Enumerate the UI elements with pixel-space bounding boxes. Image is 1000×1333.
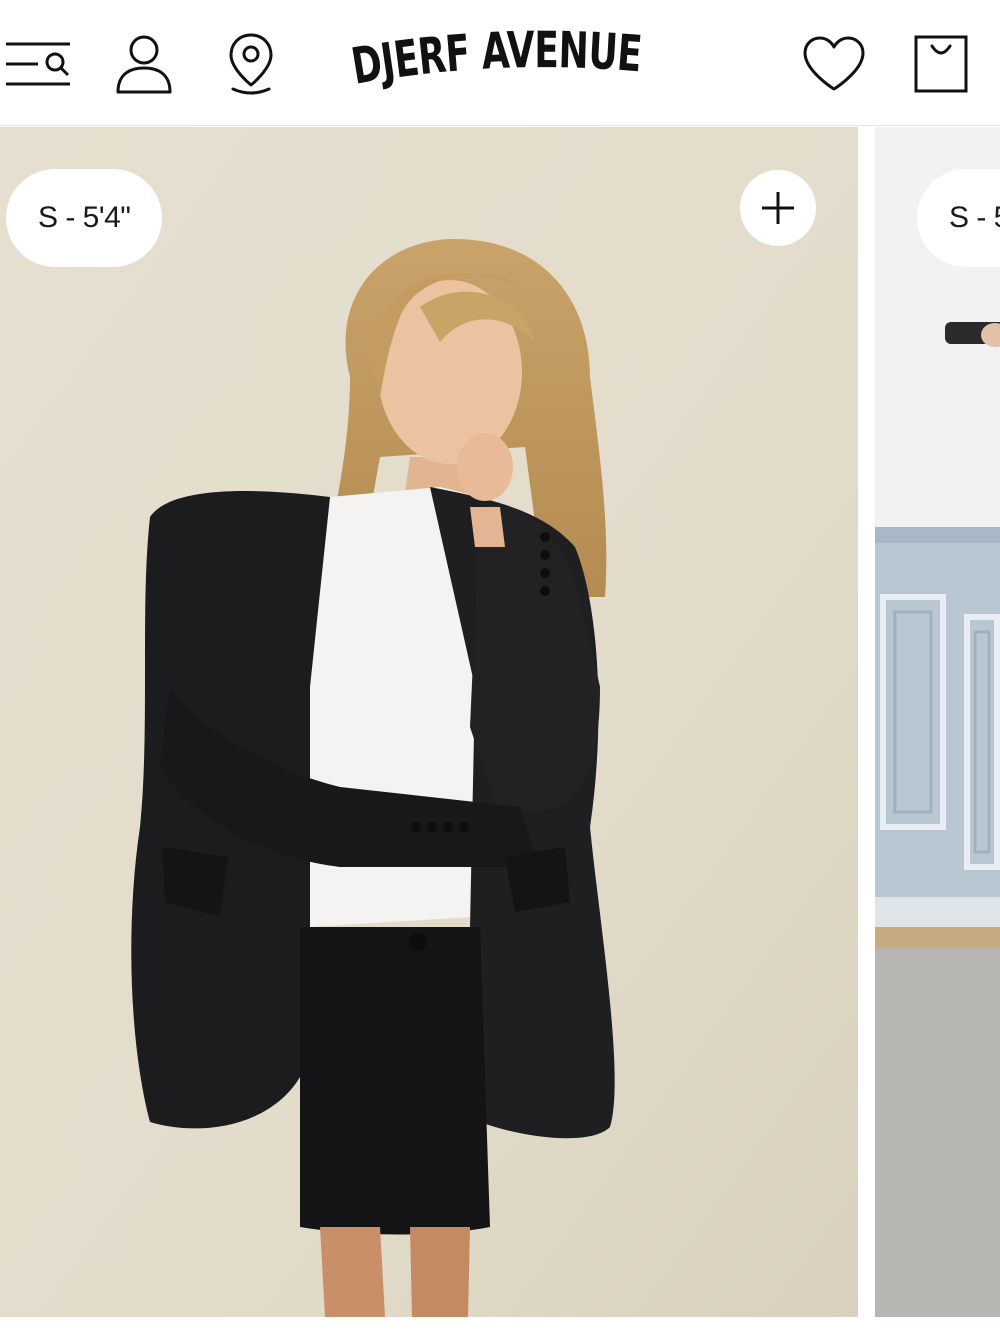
brand-name: DJERF AVENUE	[350, 22, 645, 96]
shopping-bag-icon[interactable]	[905, 28, 977, 100]
site-header: DJERF AVENUE	[0, 0, 1000, 126]
product-image[interactable]	[875, 127, 1000, 1317]
menu-search-icon[interactable]	[2, 28, 74, 100]
product-card[interactable]: S - 5'4"	[0, 127, 858, 1317]
product-grid: S - 5'4" S -	[0, 127, 1000, 1333]
product-image[interactable]	[0, 127, 858, 1317]
plus-icon	[762, 192, 794, 224]
product-card[interactable]: S - 5'4"	[875, 127, 1000, 1317]
location-pin-icon[interactable]	[215, 28, 287, 100]
brand-logo[interactable]: DJERF AVENUE	[330, 22, 670, 106]
add-to-cart-button[interactable]	[740, 170, 816, 246]
svg-text:DJERF AVENUE: DJERF AVENUE	[350, 22, 644, 96]
user-icon[interactable]	[108, 28, 180, 100]
heart-icon[interactable]	[798, 28, 870, 100]
model-size-badge: S - 5'4"	[6, 169, 163, 267]
